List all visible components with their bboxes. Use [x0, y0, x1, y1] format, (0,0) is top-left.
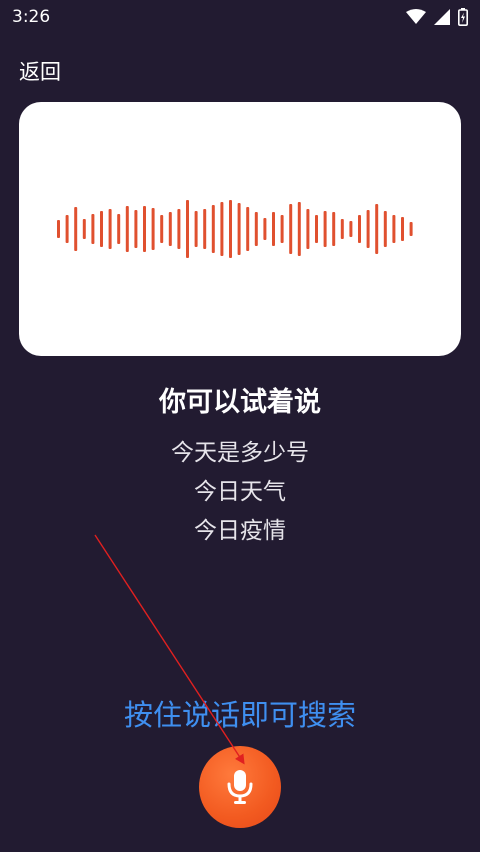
wave-bar: [340, 219, 344, 239]
wave-bar: [375, 204, 379, 254]
wave-bar: [160, 215, 164, 243]
wave-bar: [65, 215, 69, 243]
suggestion-item[interactable]: 今日天气: [0, 473, 480, 512]
wave-bar: [263, 218, 267, 240]
voice-wave-card: [19, 102, 461, 356]
wave-bar: [306, 209, 310, 249]
wave-bar: [358, 215, 361, 243]
wave-bar: [74, 207, 78, 251]
wave-bar: [134, 210, 138, 248]
wave-bar: [289, 204, 293, 254]
wave-bar: [220, 202, 224, 256]
voice-search-screen: 3:26 返回 你可以试着说 今天是多少号 今日天气 今日疫情 按住说话即可搜索: [0, 0, 480, 852]
battery-icon: [458, 8, 468, 26]
wave-bar: [246, 207, 250, 251]
wave-bar: [100, 211, 103, 247]
wave-bar: [151, 208, 155, 250]
suggestion-item[interactable]: 今天是多少号: [0, 434, 480, 473]
mic-button[interactable]: [199, 746, 281, 828]
status-bar: 3:26: [0, 0, 480, 34]
wave-bar: [392, 215, 396, 243]
wave-bar: [82, 219, 86, 239]
suggestion-item[interactable]: 今日疫情: [0, 512, 480, 551]
suggestion-list: 今天是多少号 今日天气 今日疫情: [0, 434, 480, 551]
wave-bar: [323, 211, 327, 247]
wave-bar: [409, 222, 413, 236]
wave-bar: [143, 206, 146, 252]
signal-icon: [434, 9, 450, 25]
wave-bar: [383, 211, 387, 247]
wave-bar: [186, 200, 189, 258]
wave-bar: [177, 209, 181, 249]
wave-bar: [168, 212, 172, 246]
wave-bar: [297, 202, 301, 256]
wave-bar: [211, 205, 215, 253]
wave-bar: [401, 217, 404, 241]
wave-bar: [125, 206, 129, 252]
hold-to-speak-hint: 按住说话即可搜索: [123, 698, 356, 732]
wave-bar: [315, 215, 318, 243]
wave-bar: [332, 212, 336, 246]
prompt-title: 你可以试着说: [159, 387, 321, 418]
back-button[interactable]: 返回: [19, 56, 61, 86]
wave-bar: [57, 220, 60, 238]
wave-bar: [237, 203, 241, 255]
wave-bar: [272, 212, 275, 246]
wave-bar: [280, 215, 284, 243]
voice-waveform: [57, 200, 413, 258]
microphone-icon: [227, 770, 253, 804]
wave-bar: [91, 214, 95, 244]
status-time: 3:26: [12, 7, 51, 27]
wave-bar: [194, 211, 198, 247]
wave-bar: [229, 200, 232, 258]
status-icons: [406, 8, 468, 26]
wave-bar: [108, 209, 112, 249]
wave-bar: [254, 212, 258, 246]
wave-bar: [203, 209, 207, 249]
wave-bar: [117, 214, 121, 244]
wave-bar: [349, 221, 353, 237]
wifi-icon: [406, 9, 426, 24]
wave-bar: [366, 210, 370, 248]
